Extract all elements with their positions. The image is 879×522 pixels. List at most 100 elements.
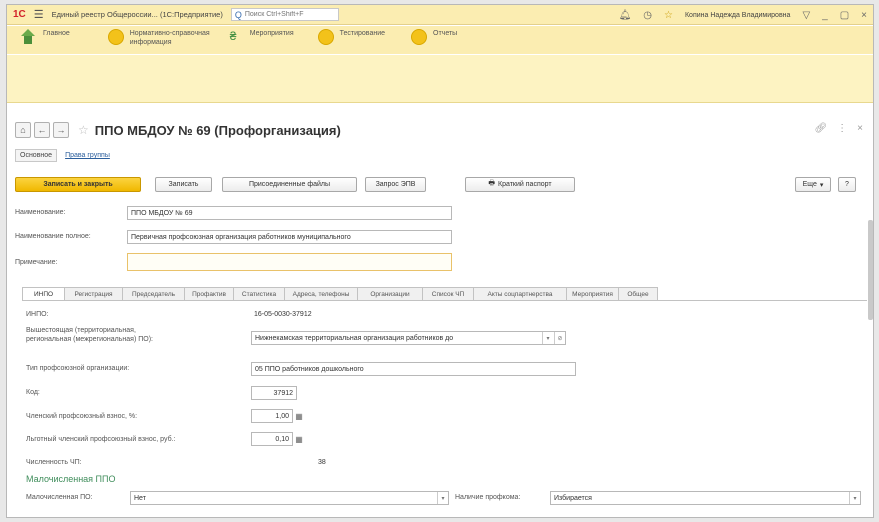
section-label: Нормативно-справочная информация bbox=[129, 30, 210, 46]
tab-social-acts[interactable]: Акты соцпартнерства bbox=[473, 287, 566, 301]
profcom-value: Избирается bbox=[554, 494, 592, 502]
parent-org-label: Вышестоящая (территориальная, региональн… bbox=[26, 327, 153, 343]
vertical-scrollbar[interactable] bbox=[868, 220, 873, 320]
section-circle-icon bbox=[107, 29, 124, 45]
fullname-label: Наименование полное: bbox=[15, 233, 91, 240]
tab-statistics[interactable]: Статистика bbox=[233, 287, 284, 301]
section-main[interactable]: Главное bbox=[21, 29, 70, 45]
code-label: Код: bbox=[26, 389, 40, 396]
more-button[interactable]: Еще ▾ bbox=[795, 177, 831, 192]
lgot-fee-input[interactable]: 0,10 bbox=[251, 432, 293, 446]
fee-input[interactable]: 1,00 bbox=[251, 409, 293, 423]
small-po-label: Малочисленная ПО: bbox=[26, 494, 93, 501]
tab-inpo[interactable]: ИНПО bbox=[22, 287, 64, 301]
main-menu-icon[interactable]: ☰ bbox=[34, 8, 44, 21]
small-po-value: Нет bbox=[134, 494, 146, 502]
calculator-icon[interactable]: ▦ bbox=[294, 432, 304, 446]
tab-organizations[interactable]: Организации bbox=[357, 287, 422, 301]
printer-icon: 🖶︎ bbox=[488, 180, 496, 187]
section-events[interactable]: ₴ Мероприятия bbox=[230, 29, 294, 43]
dropdown-icon[interactable]: ▾ bbox=[849, 492, 860, 504]
fullname-input[interactable]: Первичная профсоюзная организация работн… bbox=[127, 230, 452, 244]
chevron-down-icon: ▾ bbox=[819, 181, 824, 189]
note-input[interactable] bbox=[127, 253, 452, 271]
code-input[interactable]: 37912 bbox=[251, 386, 297, 400]
small-po-input[interactable]: Нет ▾ bbox=[130, 491, 449, 505]
calculator-icon[interactable]: ▦ bbox=[294, 409, 304, 423]
attached-files-button[interactable]: Присоединенные файлы bbox=[222, 177, 357, 192]
members-count-label: Численность ЧП: bbox=[26, 459, 82, 466]
home-icon bbox=[21, 29, 35, 45]
tab-events[interactable]: Мероприятия bbox=[566, 287, 618, 301]
dropdown-icon[interactable]: ▾ bbox=[542, 332, 553, 344]
inpo-label: ИНПО: bbox=[26, 311, 49, 318]
egrul-request-button[interactable]: Запрос ЭПВ bbox=[365, 177, 426, 192]
org-type-label: Тип профсоюзной организации: bbox=[26, 365, 130, 372]
parent-org-input[interactable]: Нижнекамская территориальная организация… bbox=[251, 331, 566, 345]
tab-registration[interactable]: Регистрация bbox=[64, 287, 122, 301]
group-title-small-ppo: Малочисленная ППО bbox=[26, 474, 116, 484]
tab-profactive[interactable]: Профактив bbox=[184, 287, 233, 301]
window-title: Единый реестр Общероссии... (1С:Предприя… bbox=[51, 10, 223, 19]
section-label: Мероприятия bbox=[249, 30, 294, 37]
fee-label: Членский профсоюзный взнос, %: bbox=[26, 413, 138, 420]
section-reports[interactable]: Отчеты bbox=[411, 29, 457, 45]
close-form-icon[interactable]: × bbox=[857, 123, 863, 134]
search-input[interactable] bbox=[244, 11, 338, 18]
app-window: 1С ☰ Единый реестр Общероссии... (1С:Пре… bbox=[6, 4, 874, 518]
name-input[interactable]: ППО МБДОУ № 69 bbox=[127, 206, 452, 220]
minimize-icon[interactable]: _ bbox=[822, 10, 828, 21]
tab-general[interactable]: Общее bbox=[618, 287, 658, 301]
close-icon[interactable]: × bbox=[861, 10, 867, 21]
tab-members-list[interactable]: Список ЧП bbox=[422, 287, 473, 301]
filter-icon[interactable]: ▽ bbox=[802, 10, 810, 21]
save-button[interactable]: Записать bbox=[155, 177, 212, 192]
section-circle-icon bbox=[317, 29, 334, 45]
titlebar-tools: 🔔︎ ◷ ☆ Копина Надежда Владимировна ▽ _ ▢… bbox=[619, 5, 867, 25]
form-header-tools: 🔗︎ ⋮ × bbox=[814, 123, 863, 134]
name-row: Наименование: bbox=[15, 209, 65, 216]
title-bar: 1С ☰ Единый реестр Общероссии... (1С:Пре… bbox=[7, 5, 873, 25]
form-tabs: ИНПО Регистрация Председатель Профактив … bbox=[22, 287, 658, 301]
name-label: Наименование: bbox=[15, 209, 66, 216]
global-search[interactable]: Q bbox=[230, 8, 339, 21]
bell-icon[interactable]: 🔔︎ bbox=[619, 10, 632, 21]
open-windows-band bbox=[7, 55, 873, 103]
home-nav-icon[interactable]: ⌂ bbox=[15, 122, 31, 138]
open-link-icon[interactable]: ⊘ bbox=[554, 332, 565, 344]
money-icon: ₴ bbox=[229, 29, 237, 43]
favorites-icon[interactable]: ☆ bbox=[664, 10, 673, 21]
section-circle-icon bbox=[411, 29, 428, 45]
inpo-value: 16-05-0030-37912 bbox=[254, 311, 312, 318]
link-icon[interactable]: 🔗︎ bbox=[814, 123, 827, 134]
save-close-button[interactable]: Записать и закрыть bbox=[15, 177, 141, 192]
tab-panel-inpo: ИНПО: 16-05-0030-37912 Вышестоящая (терр… bbox=[22, 300, 867, 517]
favorite-star-icon[interactable]: ☆ bbox=[78, 123, 89, 137]
tab-chairman[interactable]: Председатель bbox=[122, 287, 184, 301]
more-vert-icon[interactable]: ⋮ bbox=[837, 123, 847, 134]
history-icon[interactable]: ◷ bbox=[643, 10, 652, 21]
profcom-input[interactable]: Избирается ▾ bbox=[550, 491, 861, 505]
app-logo: 1С bbox=[13, 9, 26, 20]
user-name[interactable]: Копина Надежда Владимировна bbox=[685, 12, 790, 19]
section-testing[interactable]: Тестирование bbox=[317, 29, 385, 45]
section-nsi[interactable]: Нормативно-справочная информация bbox=[107, 29, 210, 47]
back-button[interactable]: ← bbox=[34, 122, 50, 138]
note-label: Примечание: bbox=[15, 259, 58, 266]
forward-button[interactable]: → bbox=[53, 122, 69, 138]
short-passport-label: Краткий паспорт bbox=[498, 181, 552, 188]
tab-addresses[interactable]: Адреса, телефоны bbox=[284, 287, 357, 301]
subtab-main[interactable]: Основное bbox=[15, 149, 58, 162]
short-passport-button[interactable]: 🖶︎ Краткий паспорт bbox=[465, 177, 575, 192]
fullname-row: Наименование полное: bbox=[15, 233, 91, 240]
restore-icon[interactable]: ▢ bbox=[840, 10, 849, 21]
form-title: ППО МБДОУ № 69 (Профорганизация) bbox=[94, 122, 341, 138]
org-type-input[interactable]: 05 ППО работников дошкольного bbox=[251, 362, 576, 376]
command-bar: Записать и закрыть Записать Присоединенн… bbox=[15, 177, 867, 193]
section-label: Главное bbox=[43, 30, 70, 37]
dropdown-icon[interactable]: ▾ bbox=[437, 492, 448, 504]
more-label: Еще bbox=[802, 181, 817, 188]
help-button[interactable]: ? bbox=[838, 177, 856, 192]
subtab-rights[interactable]: Права группы bbox=[65, 152, 110, 159]
form-header: ⌂ ← → ☆ ППО МБДОУ № 69 (Профорганизация) bbox=[15, 121, 341, 139]
